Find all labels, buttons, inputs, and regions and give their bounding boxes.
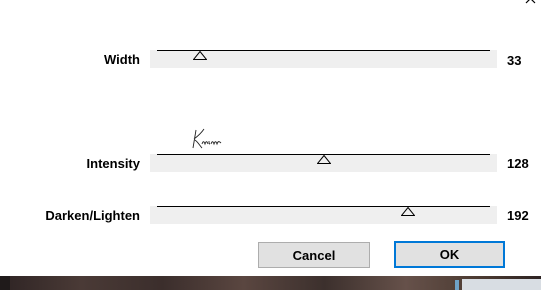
slider-thumb[interactable] xyxy=(193,51,208,60)
darken-lighten-value: 192 xyxy=(507,208,529,223)
close-icon[interactable] xyxy=(522,0,540,8)
intensity-label: Intensity xyxy=(86,156,140,171)
slider-line xyxy=(157,206,490,207)
width-slider[interactable] xyxy=(150,50,497,68)
width-label: Width xyxy=(104,52,140,67)
intensity-value: 128 xyxy=(507,156,529,171)
intensity-slider[interactable] xyxy=(150,154,497,172)
ok-button[interactable]: OK xyxy=(394,241,505,268)
handwritten-signature xyxy=(192,128,222,149)
cancel-button[interactable]: Cancel xyxy=(258,242,370,268)
background-image-strip xyxy=(0,276,541,290)
strip-detail xyxy=(455,280,459,290)
width-value: 33 xyxy=(507,53,522,68)
darken-lighten-slider[interactable] xyxy=(150,206,497,224)
dialog: Width 33 Intensity 128 Darken/Lighten 19… xyxy=(0,0,541,276)
darken-lighten-label: Darken/Lighten xyxy=(45,208,140,223)
strip-shade xyxy=(0,276,10,290)
slider-track xyxy=(150,206,497,224)
strip-detail xyxy=(462,279,541,290)
slider-thumb[interactable] xyxy=(400,207,415,216)
slider-thumb[interactable] xyxy=(317,155,332,164)
